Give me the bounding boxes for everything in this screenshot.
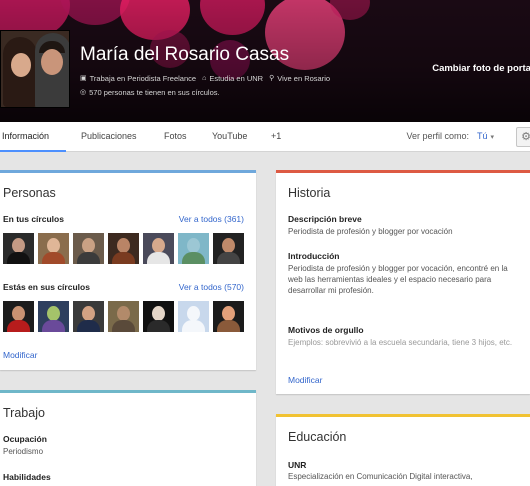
avatar[interactable]: [143, 301, 174, 332]
avatar[interactable]: [38, 233, 69, 264]
circles-icon: ◎: [80, 89, 87, 96]
avatar[interactable]: [3, 301, 34, 332]
tab-posts[interactable]: Publicaciones: [81, 122, 137, 152]
avatar[interactable]: [213, 233, 244, 264]
avatar[interactable]: [108, 233, 139, 264]
avatar[interactable]: [178, 233, 209, 264]
see-all-in-circles-link[interactable]: Ver a todos (361): [179, 214, 244, 224]
in-their-circles-avatars: [3, 301, 244, 332]
educacion-card: Educación UNR Especialización en Comunic…: [276, 414, 530, 486]
historia-accent: [276, 170, 530, 173]
in-their-circles-label: Estás en sus círculos: [3, 282, 90, 292]
work-text: Trabaja en Periodista Freelance: [89, 74, 197, 83]
bragging-label: Motivos de orgullo: [288, 325, 364, 335]
avatar[interactable]: [3, 233, 34, 264]
lives-text: Vive en Rosario: [277, 74, 331, 83]
avatar[interactable]: [213, 301, 244, 332]
study-meta: ⌂ Estudia en UNR: [202, 74, 263, 83]
skills-label: Habilidades: [3, 472, 51, 482]
view-as: Ver perfil como: Tú ▾: [406, 122, 494, 152]
personas-title: Personas: [3, 186, 56, 200]
school-name: UNR: [288, 460, 307, 470]
location-pin-icon: ⚲: [269, 75, 275, 82]
personas-card: Personas En tus círculos Ver a todos (36…: [0, 170, 256, 370]
briefcase-icon: ▣: [80, 75, 87, 82]
avatar[interactable]: [38, 301, 69, 332]
tab-plus-one[interactable]: +1: [271, 122, 281, 152]
personas-edit-link[interactable]: Modificar: [3, 350, 37, 360]
historia-title: Historia: [288, 186, 331, 200]
profile-name: María del Rosario Casas: [80, 44, 290, 65]
trabajo-accent: [0, 390, 256, 393]
occupation-label: Ocupación: [3, 434, 47, 444]
study-text: Estudia en UNR: [209, 74, 264, 83]
see-all-their-circles-link[interactable]: Ver a todos (570): [179, 282, 244, 292]
chevron-down-icon: ▾: [490, 134, 494, 141]
gear-icon[interactable]: ⚙: [516, 127, 530, 147]
school-detail: Especialización en Comunicación Digital …: [288, 472, 473, 481]
view-as-select[interactable]: Tú: [477, 131, 488, 141]
bragging-placeholder: Ejemplos: sobrevivió a la escuela secund…: [288, 338, 513, 347]
profile-meta: ▣ Trabaja en Periodista Freelance ⌂ Estu…: [80, 74, 330, 83]
cover-photo[interactable]: María del Rosario Casas ▣ Trabaja en Per…: [0, 0, 530, 122]
profile-tabbar: Información Publicaciones Fotos YouTube …: [0, 122, 530, 152]
graduation-cap-icon: ⌂: [202, 75, 207, 82]
personas-accent: [0, 170, 256, 173]
avatar[interactable]: [73, 233, 104, 264]
educacion-accent: [276, 414, 530, 417]
avatar[interactable]: [178, 301, 209, 332]
in-circles-label: En tus círculos: [3, 214, 64, 224]
view-as-label: Ver perfil como:: [406, 131, 469, 141]
avatar[interactable]: [73, 301, 104, 332]
trabajo-card: Trabajo Ocupación Periodismo Habilidades: [0, 390, 256, 486]
educacion-title: Educación: [288, 430, 347, 444]
occupation-value: Periodismo: [3, 447, 44, 456]
profile-avatar[interactable]: [0, 30, 70, 108]
tab-photos[interactable]: Fotos: [164, 122, 187, 152]
circles-count: ◎ 570 personas te tienen en sus círculos…: [80, 88, 220, 97]
lives-meta: ⚲ Vive en Rosario: [269, 74, 330, 83]
circles-count-text: 570 personas te tienen en sus círculos.: [89, 88, 220, 97]
intro-text: Periodista de profesión y blogger por vo…: [288, 264, 508, 295]
tagline-text: Periodista de profesión y blogger por vo…: [288, 227, 453, 236]
in-circles-avatars: [3, 233, 244, 264]
intro-label: Introducción: [288, 251, 340, 261]
historia-edit-link[interactable]: Modificar: [288, 375, 322, 385]
tab-youtube[interactable]: YouTube: [212, 122, 247, 152]
change-cover-button[interactable]: Cambiar foto de portada: [432, 63, 530, 74]
tab-info[interactable]: Información: [0, 122, 66, 152]
historia-card: Historia Descripción breve Periodista de…: [276, 170, 530, 394]
work-meta: ▣ Trabaja en Periodista Freelance: [80, 74, 196, 83]
trabajo-title: Trabajo: [3, 406, 45, 420]
avatar[interactable]: [108, 301, 139, 332]
tagline-label: Descripción breve: [288, 214, 362, 224]
avatar[interactable]: [143, 233, 174, 264]
